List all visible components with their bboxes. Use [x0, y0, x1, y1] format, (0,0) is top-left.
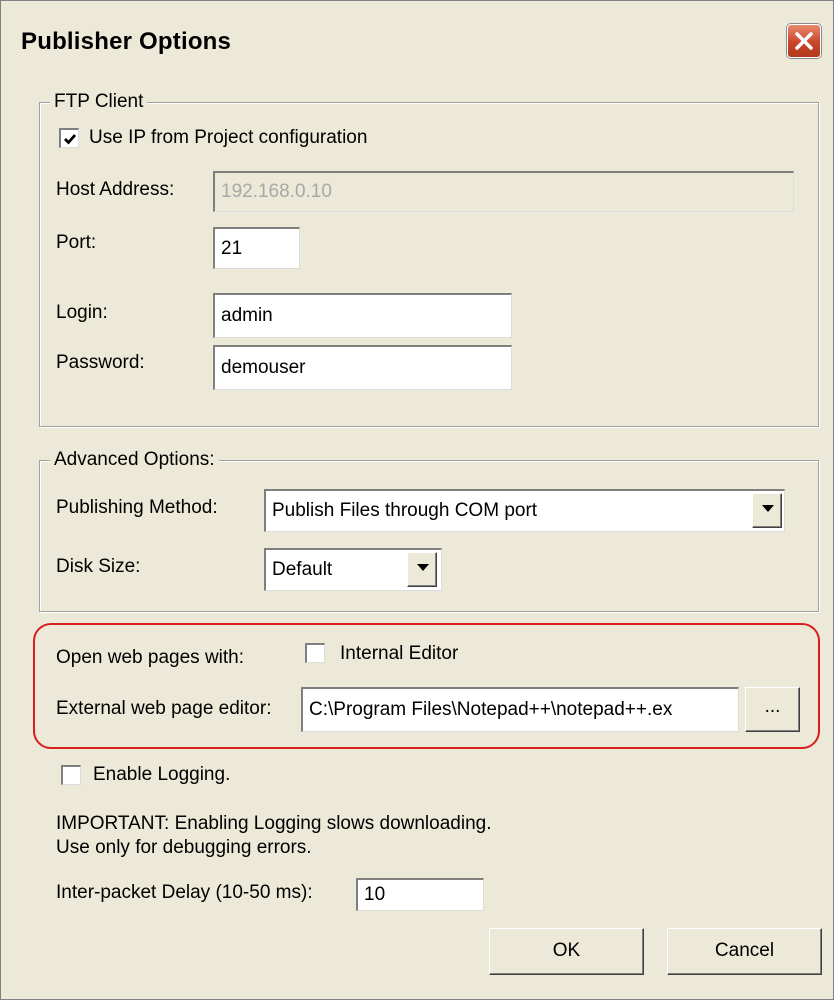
browse-button[interactable]: ... [745, 687, 800, 732]
ok-button[interactable]: OK [489, 928, 644, 975]
host-address-label: Host Address: [56, 179, 175, 200]
password-field[interactable]: demouser [213, 345, 512, 390]
dialog-title: Publisher Options [21, 28, 232, 55]
enable-logging-label[interactable]: Enable Logging. [93, 763, 230, 787]
publishing-method-value: Publish Files through COM port [272, 500, 538, 521]
use-ip-label[interactable]: Use IP from Project configuration [89, 126, 367, 150]
ftp-client-legend: FTP Client [50, 90, 148, 114]
publishing-method-dropdown-button[interactable] [752, 493, 782, 528]
disk-size-value: Default [272, 559, 333, 580]
chevron-down-icon [762, 505, 774, 512]
chevron-down-icon [417, 564, 429, 571]
inter-packet-delay-field[interactable]: 10 [356, 878, 484, 911]
publishing-method-label: Publishing Method: [56, 497, 218, 518]
close-icon [795, 32, 813, 50]
checkmark-icon [64, 134, 77, 145]
inter-packet-delay-label: Inter-packet Delay (10-50 ms): [56, 882, 313, 903]
publisher-options-dialog: Publisher Options FTP Client Use IP from… [0, 0, 834, 1000]
enable-logging-checkbox[interactable] [61, 765, 81, 785]
external-editor-label: External web page editor: [56, 698, 272, 719]
browse-button-label: ... [764, 696, 781, 717]
external-editor-field[interactable]: C:\Program Files\Notepad++\notepad++.ex [301, 687, 739, 732]
close-button[interactable] [787, 24, 821, 58]
logging-warning-line2: Use only for debugging errors. [56, 837, 312, 858]
title-bar[interactable]: Publisher Options [1, 1, 833, 79]
publishing-method-select[interactable]: Publish Files through COM port [264, 489, 785, 532]
open-web-pages-label: Open web pages with: [56, 647, 245, 668]
port-label: Port: [56, 232, 97, 253]
host-address-field[interactable]: 192.168.0.10 [213, 171, 794, 212]
cancel-button-label: Cancel [714, 940, 775, 961]
internal-editor-label[interactable]: Internal Editor [340, 642, 458, 666]
advanced-options-legend: Advanced Options: [50, 448, 219, 472]
password-label: Password: [56, 352, 145, 373]
use-ip-checkbox[interactable] [59, 128, 79, 148]
disk-size-label: Disk Size: [56, 556, 141, 577]
login-field[interactable]: admin [213, 293, 512, 338]
port-field[interactable]: 21 [213, 227, 300, 269]
logging-warning-line1: IMPORTANT: Enabling Logging slows downlo… [56, 813, 492, 834]
disk-size-dropdown-button[interactable] [407, 552, 437, 587]
cancel-button[interactable]: Cancel [667, 928, 822, 975]
ok-button-label: OK [552, 940, 581, 961]
internal-editor-checkbox[interactable] [305, 643, 325, 663]
login-label: Login: [56, 302, 108, 323]
